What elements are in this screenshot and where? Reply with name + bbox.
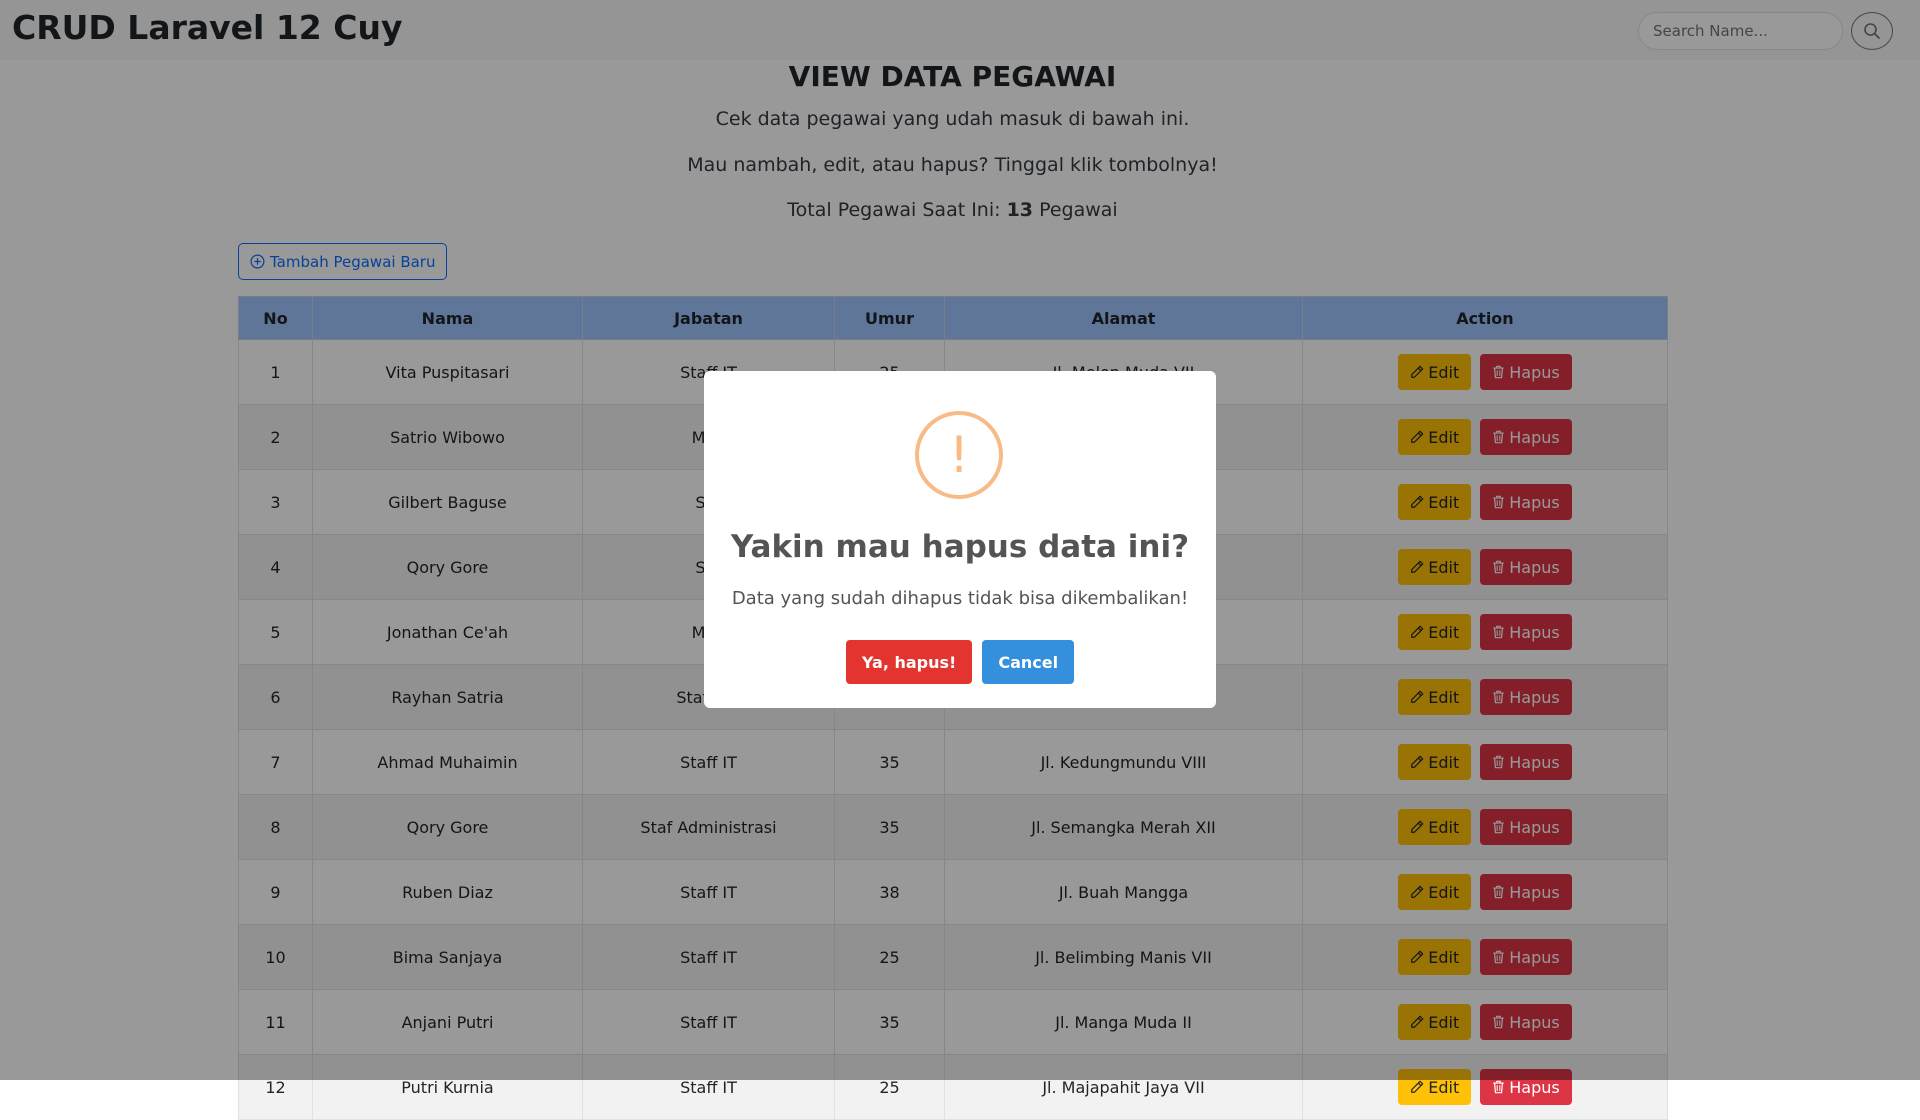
edit-label: Edit (1428, 1077, 1460, 1097)
cancel-button[interactable]: Cancel (982, 640, 1075, 684)
delete-label: Hapus (1509, 1077, 1560, 1097)
dialog-message: Data yang sudah dihapus tidak bisa dikem… (731, 588, 1189, 609)
confirm-delete-button[interactable]: Ya, hapus! (845, 640, 973, 684)
confirm-delete-dialog: ! Yakin mau hapus data ini? Data yang su… (704, 371, 1216, 708)
warning-icon: ! (915, 411, 1003, 499)
trash-icon (1493, 1080, 1504, 1094)
dialog-title: Yakin mau hapus data ini? (730, 529, 1190, 565)
pencil-icon (1411, 1080, 1424, 1093)
dialog-actions: Ya, hapus! Cancel (704, 640, 1216, 684)
